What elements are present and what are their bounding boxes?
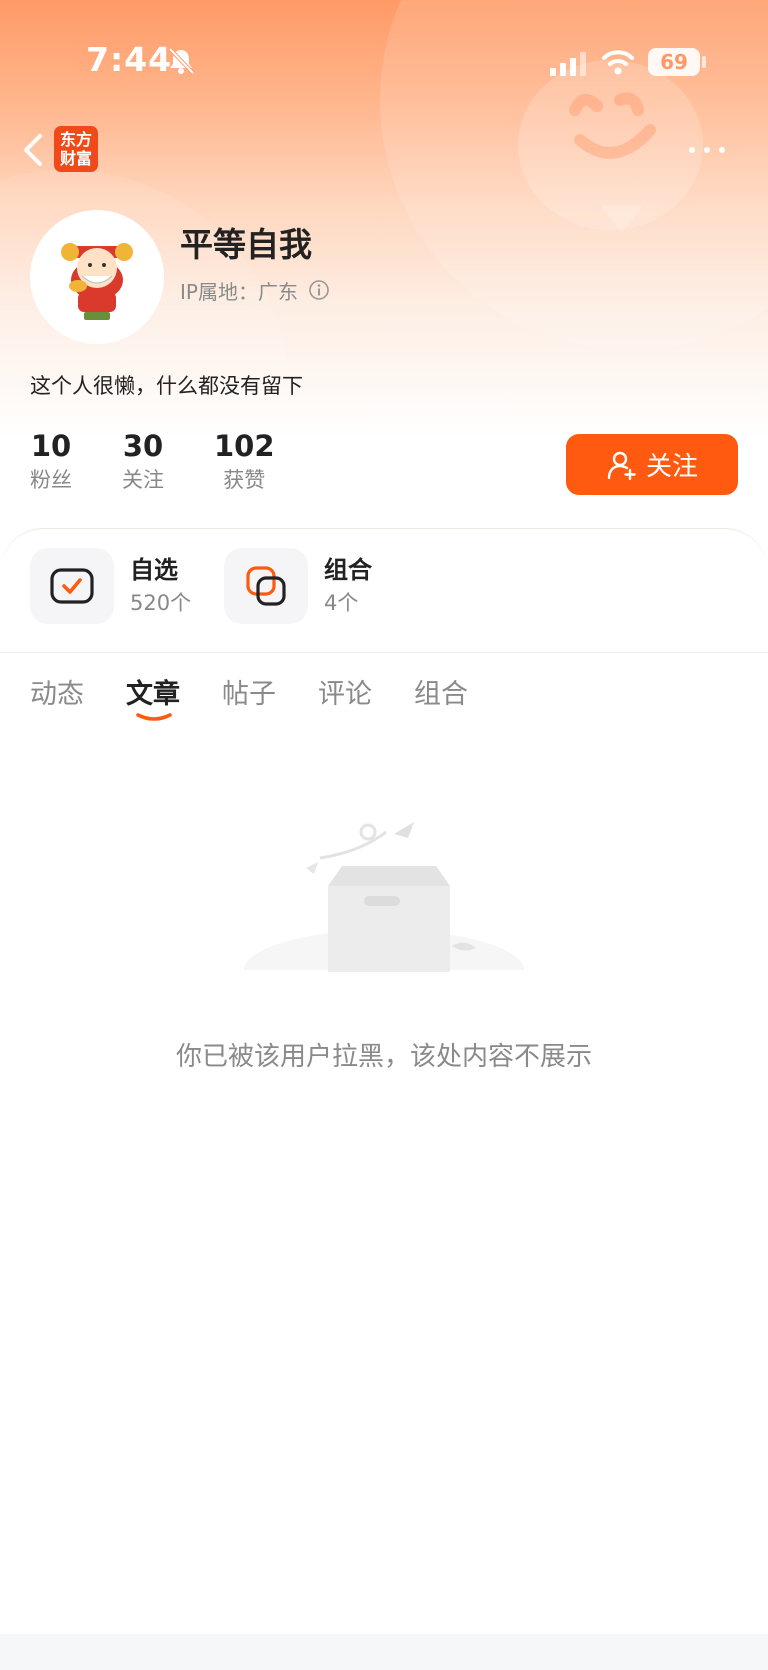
stat-fans[interactable]: 10 粉丝 <box>30 428 72 496</box>
bottom-bar <box>0 1634 768 1670</box>
logo-text-line2: 财富 <box>59 149 92 168</box>
stat-value: 102 <box>214 429 275 463</box>
watchlist-entry[interactable]: 自选 520个 <box>30 548 191 624</box>
active-tab-indicator <box>136 713 172 721</box>
portfolio-entry[interactable]: 组合 4个 <box>224 548 372 624</box>
info-icon[interactable] <box>308 279 330 301</box>
portfolio-icon <box>246 566 286 606</box>
wifi-icon <box>602 50 634 75</box>
stat-following[interactable]: 30 关注 <box>122 428 164 496</box>
tab-posts[interactable]: 帖子 <box>222 672 276 711</box>
stat-value: 10 <box>30 429 72 463</box>
bio-text: 这个人很懒，什么都没有留下 <box>30 374 303 398</box>
ip-location: IP属地：广东 <box>180 280 298 304</box>
checkbox-icon <box>50 568 94 604</box>
follow-button[interactable]: 关注 <box>566 434 738 495</box>
battery-tip <box>702 56 706 68</box>
follow-label: 关注 <box>645 452 698 482</box>
tab-articles[interactable]: 文章 <box>126 672 180 711</box>
add-user-icon <box>607 451 636 480</box>
section-divider <box>0 652 768 653</box>
watchlist-title: 自选 <box>130 556 178 584</box>
status-bar: 7:44 69 <box>0 0 768 120</box>
battery-indicator: 69 <box>648 48 700 76</box>
tab-dynamics[interactable]: 动态 <box>30 672 84 711</box>
stat-label: 获赞 <box>223 468 266 492</box>
back-arrow-icon[interactable] <box>18 130 48 170</box>
bubble-tail-decoration <box>600 205 644 233</box>
portfolio-count: 4个 <box>324 591 359 615</box>
stat-likes[interactable]: 102 获赞 <box>214 428 275 496</box>
stat-value: 30 <box>122 429 164 463</box>
watchlist-icon-box <box>30 548 114 624</box>
watchlist-count: 520个 <box>130 591 192 615</box>
bell-muted-icon <box>168 47 195 75</box>
tab-portfolios[interactable]: 组合 <box>414 672 468 711</box>
app-logo: 东方 财富 <box>54 126 98 172</box>
avatar-illustration <box>61 243 133 320</box>
blocked-message: 你已被该用户拉黑，该处内容不展示 <box>175 1042 592 1072</box>
content-card <box>0 528 768 1670</box>
portfolio-title: 组合 <box>324 556 372 584</box>
more-options-icon[interactable] <box>684 138 730 162</box>
cellular-signal-icon <box>550 52 586 76</box>
avatar[interactable] <box>30 210 164 344</box>
logo-text-line1: 东方 <box>59 130 92 149</box>
stat-label: 关注 <box>122 468 164 492</box>
tab-comments[interactable]: 评论 <box>318 672 372 711</box>
portfolio-icon-box <box>224 548 308 624</box>
stat-label: 粉丝 <box>30 468 72 492</box>
empty-box-illustration <box>244 822 524 990</box>
username: 平等自我 <box>180 225 312 264</box>
status-time: 7:44 <box>86 40 173 79</box>
